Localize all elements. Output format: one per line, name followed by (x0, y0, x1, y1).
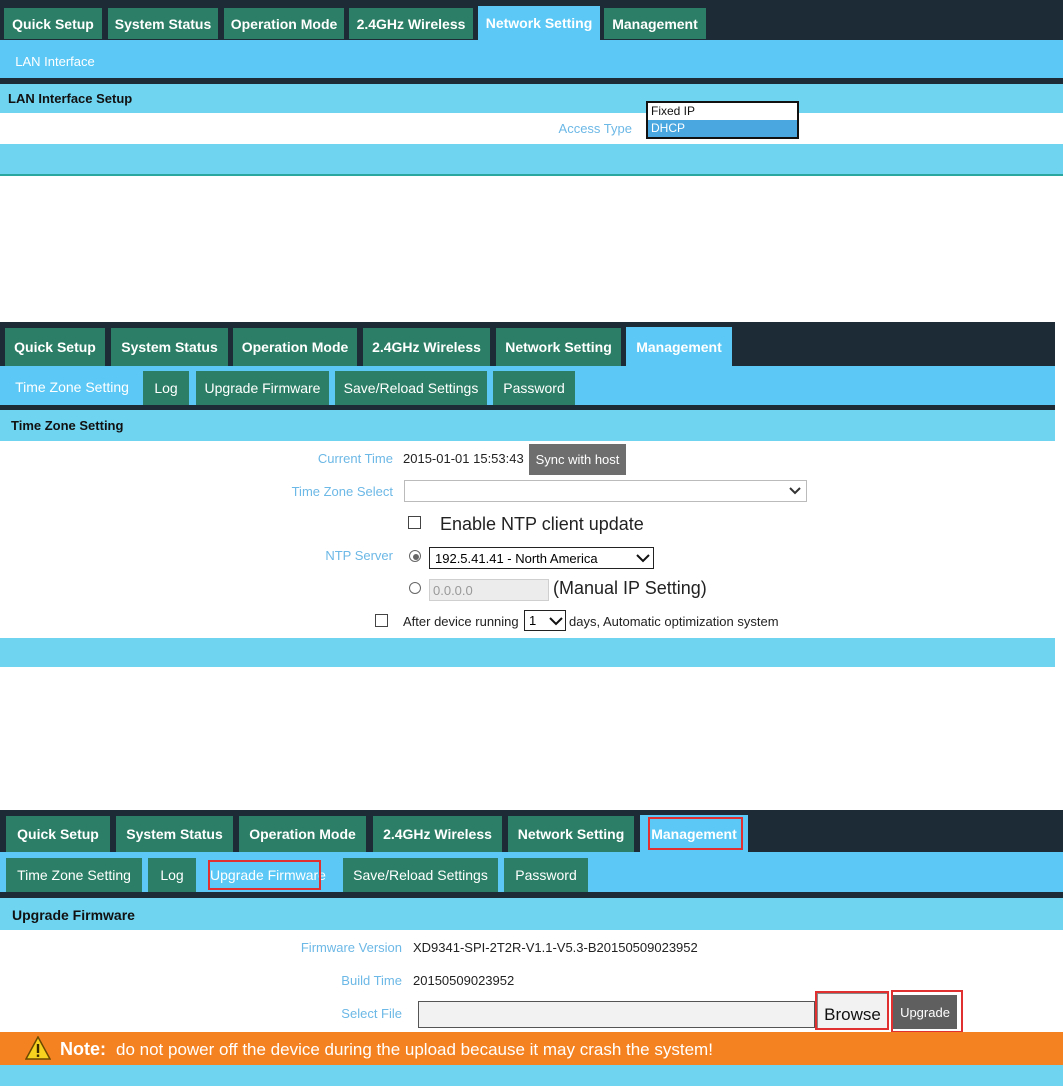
tab-quick-setup[interactable]: Quick Setup (6, 816, 110, 852)
manual-ip-label: (Manual IP Setting) (553, 578, 707, 598)
enable-ntp-checkbox[interactable] (408, 516, 421, 529)
tab-network-setting[interactable]: Network Setting (496, 328, 621, 366)
subtab-password[interactable]: Password (493, 371, 575, 405)
section-title: LAN Interface Setup (8, 91, 133, 106)
chevron-down-icon (788, 483, 802, 497)
tab-network-setting[interactable]: Network Setting (508, 816, 634, 852)
subtab-log[interactable]: Log (148, 858, 196, 892)
note-text: do not power off the device during the u… (116, 1040, 713, 1059)
note-label: Note: (60, 1039, 106, 1059)
tab-operation-mode[interactable]: Operation Mode (224, 8, 344, 39)
sub-nav-bar: Time Zone Setting Log Upgrade Firmware S… (0, 852, 1063, 892)
select-file-label: Select File (341, 1006, 402, 1021)
tab-wireless[interactable]: 2.4GHz Wireless (349, 8, 473, 39)
tab-quick-setup[interactable]: Quick Setup (4, 8, 102, 39)
build-time-label: Build Time (341, 973, 402, 988)
subtab-lan-interface[interactable]: LAN Interface (6, 48, 104, 74)
section-footer (0, 144, 1063, 174)
section-header: LAN Interface Setup (0, 84, 1063, 113)
chevron-down-icon (636, 551, 650, 565)
browse-button[interactable]: Browse (817, 993, 888, 1029)
enable-ntp-label: Enable NTP client update (440, 514, 644, 534)
file-path-input[interactable] (418, 1001, 815, 1028)
subtab-upgrade-firmware[interactable]: Upgrade Firmware (207, 858, 329, 892)
option-fixed-ip[interactable]: Fixed IP (648, 103, 797, 120)
warning-icon (24, 1035, 52, 1060)
firmware-version-label: Firmware Version (300, 940, 402, 955)
main-nav-bar: Quick Setup System Status Operation Mode… (0, 0, 1063, 40)
subtab-time-zone-setting[interactable]: Time Zone Setting (6, 858, 142, 892)
tab-system-status[interactable]: System Status (116, 816, 233, 852)
access-type-label: Access Type (558, 121, 632, 136)
manual-ip-radio[interactable] (409, 582, 421, 594)
tab-system-status[interactable]: System Status (111, 328, 228, 366)
section-title: Upgrade Firmware (12, 907, 135, 923)
auto-optimization-checkbox[interactable] (375, 614, 388, 627)
section-title: Time Zone Setting (11, 418, 124, 433)
divider (0, 174, 1063, 176)
ntp-server-value: 192.5.41.41 - North America (435, 550, 598, 566)
current-time-label: Current Time (317, 451, 393, 466)
subtab-upgrade-firmware[interactable]: Upgrade Firmware (196, 371, 329, 405)
days-suffix: days, Automatic optimization system (569, 614, 779, 629)
time-zone-label: Time Zone Select (291, 484, 393, 499)
tab-quick-setup[interactable]: Quick Setup (5, 328, 105, 366)
ntp-server-label: NTP Server (325, 548, 393, 563)
sub-nav-bar: LAN Interface (0, 40, 1063, 78)
tab-wireless[interactable]: 2.4GHz Wireless (363, 328, 490, 366)
main-nav-bar: Quick Setup System Status Operation Mode… (0, 322, 1055, 366)
ntp-server-radio[interactable] (409, 550, 421, 562)
tab-management[interactable]: Management (626, 327, 732, 366)
current-time-value: 2015-01-01 15:53:43 (403, 451, 524, 466)
subtab-save-reload-settings[interactable]: Save/Reload Settings (343, 858, 498, 892)
chevron-down-icon (549, 614, 563, 628)
build-time-value: 20150509023952 (413, 973, 515, 988)
manual-ip-input[interactable]: 0.0.0.0 (429, 579, 549, 601)
tab-management[interactable]: Management (604, 8, 706, 39)
tab-operation-mode[interactable]: Operation Mode (239, 816, 366, 852)
ntp-server-select[interactable]: 192.5.41.41 - North America (429, 547, 654, 569)
days-select[interactable]: 1 (524, 610, 566, 631)
days-value: 1 (529, 613, 537, 628)
after-running-label: After device running (403, 614, 519, 629)
subtab-time-zone-setting[interactable]: Time Zone Setting (12, 371, 132, 403)
sync-with-host-button[interactable]: Sync with host (529, 444, 626, 475)
section-header: Time Zone Setting (0, 410, 1055, 441)
section-footer (0, 1065, 1063, 1086)
upgrade-button[interactable]: Upgrade (893, 995, 957, 1029)
tab-wireless[interactable]: 2.4GHz Wireless (373, 816, 502, 852)
firmware-version-value: XD9341-SPI-2T2R-V1.1-V5.3-B2015050902395… (413, 940, 698, 955)
section-header: Upgrade Firmware (0, 898, 1063, 930)
access-type-dropdown-list[interactable]: Fixed IP DHCP (646, 101, 799, 139)
time-zone-select[interactable] (404, 480, 807, 502)
subtab-password[interactable]: Password (504, 858, 588, 892)
sub-nav-bar: Time Zone Setting Log Upgrade Firmware S… (0, 366, 1055, 405)
tab-network-setting[interactable]: Network Setting (478, 6, 600, 40)
note-bar: Note: do not power off the device during… (0, 1032, 1063, 1065)
tab-operation-mode[interactable]: Operation Mode (233, 328, 357, 366)
option-dhcp[interactable]: DHCP (648, 120, 797, 137)
subtab-save-reload-settings[interactable]: Save/Reload Settings (335, 371, 487, 405)
section-footer (0, 638, 1055, 667)
subtab-log[interactable]: Log (143, 371, 189, 405)
main-nav-bar: Quick Setup System Status Operation Mode… (0, 810, 1063, 852)
tab-system-status[interactable]: System Status (108, 8, 218, 39)
tab-management[interactable]: Management (640, 815, 748, 852)
